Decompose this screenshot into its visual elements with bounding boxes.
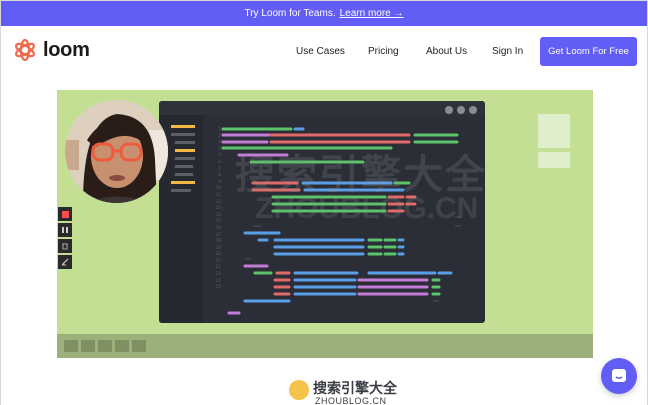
toolbar-slot[interactable] xyxy=(81,340,95,352)
brand-logo[interactable]: loom xyxy=(13,38,90,62)
banner-text: Try Loom for Teams. xyxy=(244,8,336,19)
video-toolbar xyxy=(57,334,593,358)
delete-button[interactable] xyxy=(58,239,72,253)
pause-button[interactable] xyxy=(58,223,72,237)
presenter-video xyxy=(65,100,168,203)
toolbar-slot[interactable] xyxy=(115,340,129,352)
loom-logo-icon xyxy=(15,38,35,62)
nav-about-us[interactable]: About Us xyxy=(426,46,467,57)
stop-record-icon xyxy=(61,210,69,218)
hero-section: 1 2 3 4 5 6 7 8 9 10 11 12 13 14 15 16 17 18 19 20 21 22 23 24 2… xyxy=(1,76,647,405)
draw-button[interactable] xyxy=(58,255,72,269)
watermark-small-subtext: ZHOUBLOG.CN xyxy=(315,396,387,405)
code-editor-window: 1 2 3 4 5 6 7 8 9 10 11 12 13 14 15 16 17 18 19 20 21 22 23 24 2… xyxy=(159,101,485,323)
watermark-small: 搜索引擎大全 ZHOUBLOG.CN xyxy=(289,378,399,405)
chat-icon xyxy=(612,369,626,382)
decor-block xyxy=(538,152,570,168)
recording-controls xyxy=(58,207,72,271)
code-lines xyxy=(221,127,461,315)
nav-pricing[interactable]: Pricing xyxy=(368,46,399,57)
brand-name: loom xyxy=(43,38,90,61)
decor-block xyxy=(538,114,570,148)
chat-launcher-button[interactable] xyxy=(601,358,637,394)
webcam-bubble[interactable] xyxy=(65,100,168,203)
trash-icon xyxy=(62,243,68,250)
toolbar-slot[interactable] xyxy=(132,340,146,352)
pen-icon xyxy=(61,258,69,266)
top-nav: loom Use Cases Pricing About Us Sign In … xyxy=(1,26,647,76)
stop-record-button[interactable] xyxy=(58,207,72,221)
get-loom-free-button[interactable]: Get Loom For Free xyxy=(540,37,637,66)
watermark-badge-icon xyxy=(289,380,309,400)
nav-sign-in[interactable]: Sign In xyxy=(492,46,523,57)
toolbar-slot[interactable] xyxy=(64,340,78,352)
announcement-banner: Try Loom for Teams. Learn more → xyxy=(1,1,647,26)
learn-more-link[interactable]: Learn more → xyxy=(340,8,404,19)
nav-use-cases[interactable]: Use Cases xyxy=(296,46,345,57)
pause-icon xyxy=(62,227,68,233)
toolbar-slot[interactable] xyxy=(98,340,112,352)
watermark-small-text: 搜索引擎大全 xyxy=(313,380,397,396)
